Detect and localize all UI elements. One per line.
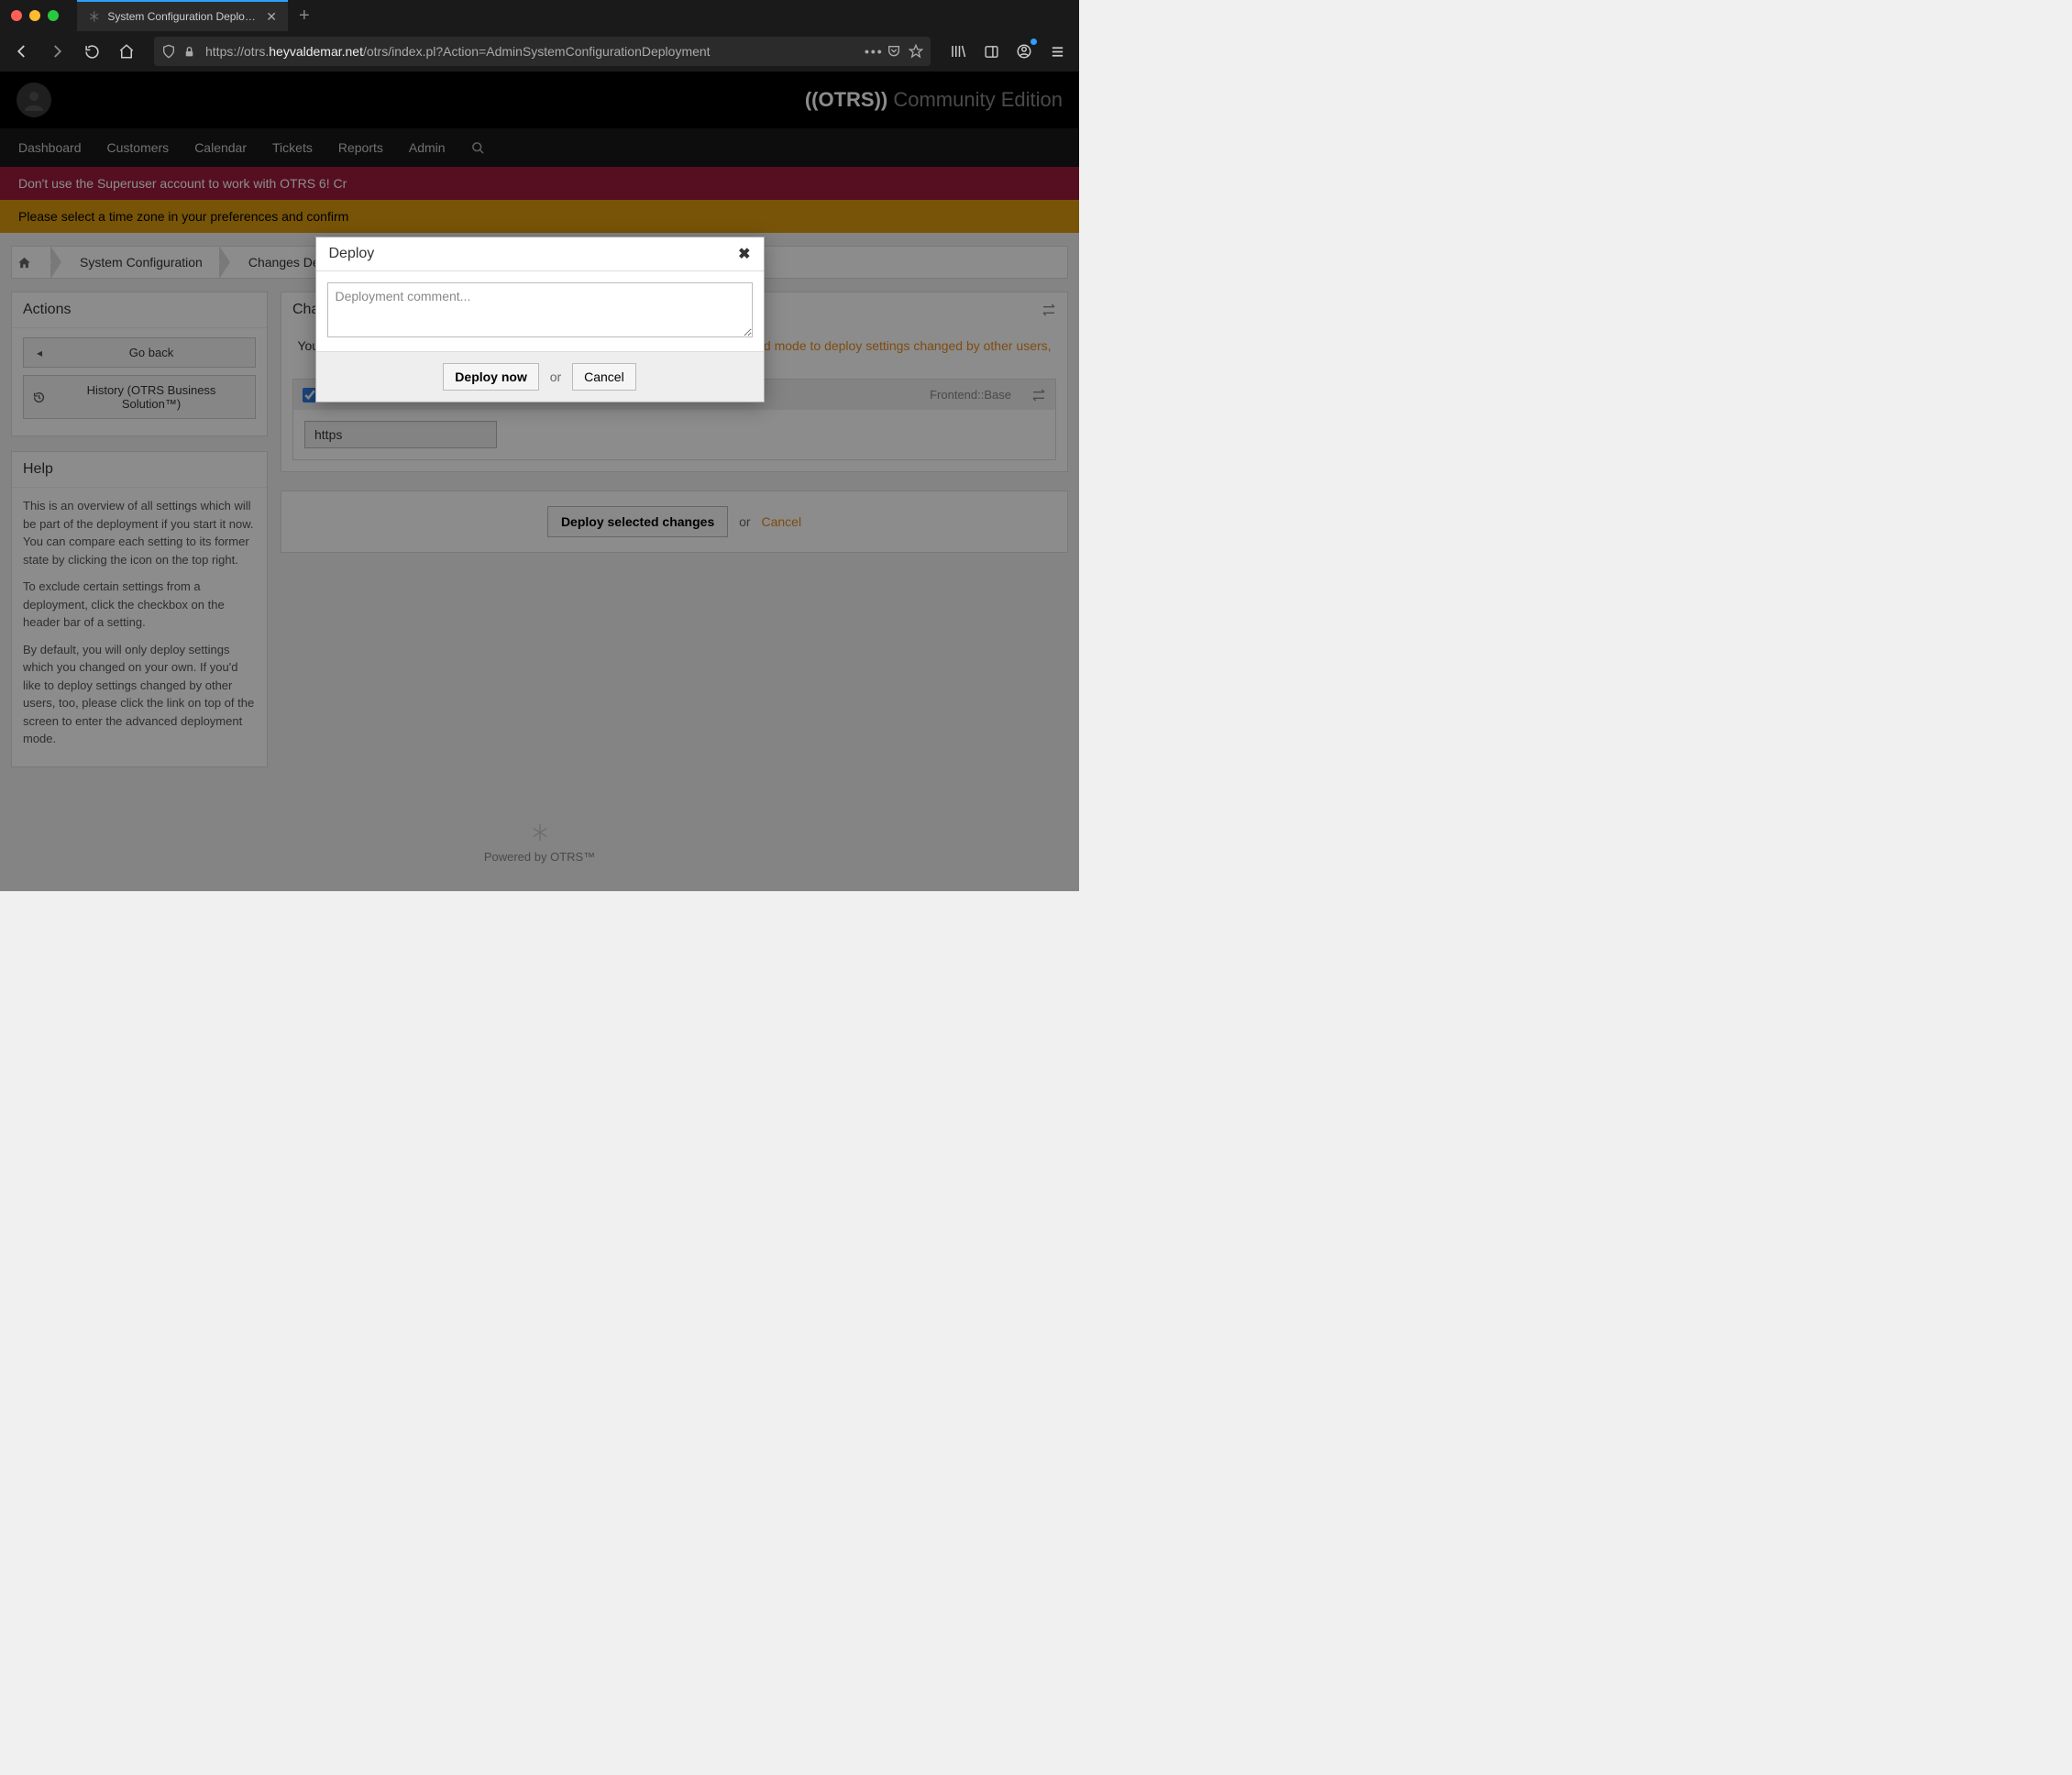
page-actions-icon[interactable]: ••• bbox=[865, 44, 879, 59]
window-controls bbox=[7, 10, 59, 21]
tab-close-icon[interactable]: ✕ bbox=[266, 9, 277, 25]
window-maximize[interactable] bbox=[48, 10, 59, 21]
tracking-shield-icon[interactable] bbox=[161, 44, 176, 59]
tab-favicon-icon bbox=[88, 10, 100, 23]
deploy-now-button[interactable]: Deploy now bbox=[443, 363, 539, 391]
lock-icon[interactable] bbox=[183, 46, 198, 58]
tab-title: System Configuration Deployme bbox=[107, 10, 259, 23]
sidebar-toggle-icon[interactable] bbox=[976, 37, 1006, 66]
modal-cancel-button[interactable]: Cancel bbox=[572, 363, 636, 391]
pocket-icon[interactable] bbox=[887, 44, 901, 59]
modal-overlay[interactable] bbox=[0, 72, 1079, 891]
address-bar[interactable]: https://otrs.heyvaldemar.net/otrs/index.… bbox=[154, 37, 931, 66]
url-text: https://otrs.heyvaldemar.net/otrs/index.… bbox=[205, 44, 857, 59]
browser-nav-bar: https://otrs.heyvaldemar.net/otrs/index.… bbox=[0, 31, 1079, 72]
account-icon[interactable] bbox=[1009, 37, 1039, 66]
deploy-modal: Deploy ✖ Deploy now or Cancel bbox=[315, 237, 765, 402]
tab-bar: System Configuration Deployme ✕ + bbox=[0, 0, 1079, 31]
browser-home-button[interactable] bbox=[112, 37, 141, 66]
browser-tab[interactable]: System Configuration Deployme ✕ bbox=[77, 0, 288, 31]
modal-title: Deploy bbox=[329, 246, 375, 262]
browser-reload-button[interactable] bbox=[77, 37, 106, 66]
browser-chrome: System Configuration Deployme ✕ + https:… bbox=[0, 0, 1079, 72]
browser-menu-icon[interactable] bbox=[1042, 37, 1072, 66]
deployment-comment-input[interactable] bbox=[327, 282, 753, 337]
browser-forward-button[interactable] bbox=[42, 37, 72, 66]
library-icon[interactable] bbox=[943, 37, 973, 66]
window-close[interactable] bbox=[11, 10, 22, 21]
new-tab-button[interactable]: + bbox=[299, 6, 310, 27]
window-minimize[interactable] bbox=[29, 10, 40, 21]
modal-or-text: or bbox=[550, 369, 561, 384]
page-content: ((OTRS)) Community Edition Dashboard Cus… bbox=[0, 72, 1079, 891]
bookmark-star-icon[interactable] bbox=[909, 44, 923, 59]
modal-close-icon[interactable]: ✖ bbox=[738, 245, 750, 263]
browser-back-button[interactable] bbox=[7, 37, 37, 66]
